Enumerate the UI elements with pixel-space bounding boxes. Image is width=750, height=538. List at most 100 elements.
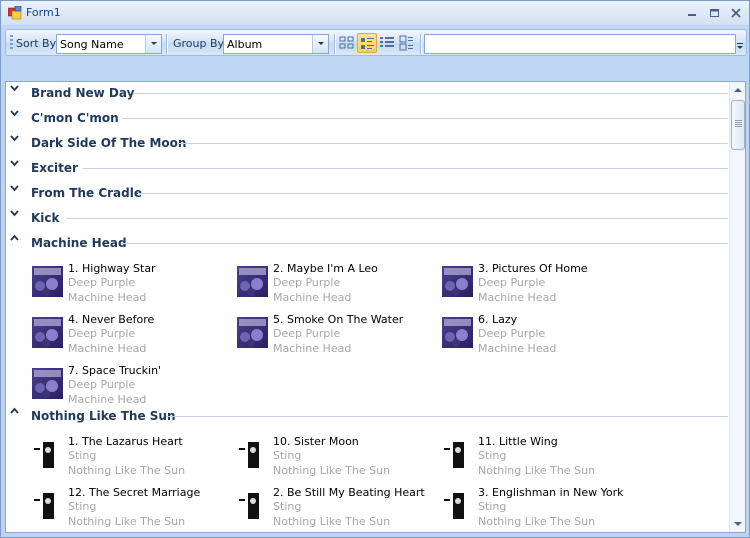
group-by-combo[interactable]: Album: [223, 34, 329, 54]
song-artist: Sting: [68, 500, 97, 513]
album-cover-image: [237, 266, 268, 297]
album-cover-image: [442, 266, 473, 297]
song-item[interactable]: 2. Be Still My Beating Heart Sting Nothi…: [237, 486, 437, 532]
song-album: Machine Head: [478, 342, 557, 355]
group-title: Dark Side Of The Moon: [31, 136, 187, 150]
sort-by-combo[interactable]: Song Name: [56, 34, 162, 54]
group-title: From The Cradle: [31, 186, 142, 200]
toolbar-separator: [420, 34, 421, 54]
song-title: 5. Smoke On The Water: [273, 313, 404, 326]
group-divider: [138, 193, 728, 194]
song-artist: Deep Purple: [68, 276, 136, 289]
view-large-icons-button[interactable]: [337, 33, 357, 53]
album-cover-image: [32, 490, 63, 521]
group-divider: [121, 243, 728, 244]
group-header[interactable]: Brand New Day: [6, 82, 728, 107]
song-artist: Sting: [273, 449, 302, 462]
toolbar-separator: [334, 34, 335, 54]
album-cover-image: [32, 439, 63, 470]
vertical-scrollbar[interactable]: [729, 82, 745, 532]
group-divider: [83, 168, 728, 169]
song-item[interactable]: 3. Englishman in New York Sting Nothing …: [442, 486, 642, 532]
group-by-dropdown-button[interactable]: [312, 35, 328, 53]
group-header[interactable]: Exciter: [6, 157, 728, 182]
sort-by-dropdown-button[interactable]: [145, 35, 161, 53]
song-item[interactable]: 10. Sister Moon Sting Nothing Like The S…: [237, 435, 437, 483]
song-title: 3. Pictures Of Home: [478, 262, 588, 275]
maximize-button[interactable]: [704, 5, 724, 21]
song-item[interactable]: 1. Highway Star Deep Purple Machine Head: [32, 262, 232, 310]
song-album: Nothing Like The Sun: [273, 464, 391, 477]
song-album: Nothing Like The Sun: [478, 515, 596, 528]
song-album: Nothing Like The Sun: [273, 515, 391, 528]
album-cover-image: [442, 490, 473, 521]
group-header[interactable]: From The Cradle: [6, 182, 728, 207]
toolbar-overflow-button[interactable]: [736, 33, 744, 53]
scroll-down-button[interactable]: [730, 515, 745, 532]
song-artist: Deep Purple: [478, 327, 546, 340]
view-list-button[interactable]: [397, 33, 417, 53]
group-by-label: Group By:: [173, 37, 227, 50]
close-button[interactable]: [726, 5, 746, 21]
sort-by-label: Sort By:: [16, 37, 60, 50]
group-header[interactable]: Nothing Like The Sun: [6, 405, 728, 430]
toolbar-panel: Sort By: Song Name Group By: Album: [1, 25, 749, 81]
chevron-down-icon: [10, 160, 19, 167]
song-item[interactable]: 2. Maybe I'm A Leo Deep Purple Machine H…: [237, 262, 437, 310]
group-title: Nothing Like The Sun: [31, 409, 176, 423]
song-artist: Deep Purple: [478, 276, 546, 289]
song-title: 12. The Secret Marriage: [68, 486, 201, 499]
group-title: Machine Head: [31, 236, 127, 250]
song-title: 10. Sister Moon: [273, 435, 359, 448]
scroll-up-button[interactable]: [730, 82, 745, 99]
song-item[interactable]: 12. The Secret Marriage Sting Nothing Li…: [32, 486, 232, 532]
toolbar-grip[interactable]: [10, 35, 13, 50]
filter-input[interactable]: [424, 34, 736, 54]
song-artist: Deep Purple: [68, 327, 136, 340]
minimize-icon: [688, 14, 696, 16]
song-list-view[interactable]: Brand New Day C'mon C'mon Dark Side Of T…: [5, 81, 746, 533]
song-artist: Deep Purple: [273, 327, 341, 340]
window-title: Form1: [26, 6, 61, 19]
song-title: 4. Never Before: [68, 313, 155, 326]
song-item[interactable]: 1. The Lazarus Heart Sting Nothing Like …: [32, 435, 232, 483]
chevron-up-icon: [10, 234, 19, 241]
album-cover-image: [32, 266, 63, 297]
song-album: Nothing Like The Sun: [478, 464, 596, 477]
minimize-button[interactable]: [682, 5, 702, 21]
song-item[interactable]: 4. Never Before Deep Purple Machine Head: [32, 313, 232, 361]
chevron-down-icon: [10, 85, 19, 92]
song-title: 6. Lazy: [478, 313, 518, 326]
view-list-icon: [399, 35, 413, 51]
view-details-button[interactable]: [377, 33, 397, 53]
group-divider: [66, 218, 728, 219]
album-cover-image: [442, 317, 473, 348]
song-artist: Sting: [68, 449, 97, 462]
group-title: Brand New Day: [31, 86, 135, 100]
song-item[interactable]: 6. Lazy Deep Purple Machine Head: [442, 313, 642, 361]
scrollbar-thumb[interactable]: [731, 100, 745, 150]
song-artist: Sting: [478, 500, 507, 513]
app-window: Form1 Sort By: Song Name Group By: Album: [0, 0, 750, 538]
toolbar-overflow-icon: [737, 43, 743, 49]
song-title: 2. Maybe I'm A Leo: [273, 262, 378, 275]
song-album: Machine Head: [273, 342, 352, 355]
song-artist: Sting: [273, 500, 302, 513]
song-album: Machine Head: [68, 291, 147, 304]
view-tiles-icon: [361, 38, 374, 49]
album-cover-image: [32, 368, 63, 399]
toolbar-separator: [166, 34, 167, 54]
song-artist: Sting: [478, 449, 507, 462]
group-header[interactable]: Kick: [6, 207, 728, 232]
group-by-value: Album: [227, 38, 263, 51]
group-header[interactable]: Dark Side Of The Moon: [6, 132, 728, 157]
view-tiles-button[interactable]: [357, 33, 377, 53]
song-item[interactable]: 3. Pictures Of Home Deep Purple Machine …: [442, 262, 642, 310]
group-header[interactable]: Machine Head: [6, 232, 728, 257]
song-item[interactable]: 5. Smoke On The Water Deep Purple Machin…: [237, 313, 437, 361]
album-cover-image: [237, 317, 268, 348]
scrollbar-grip: [735, 120, 742, 127]
song-item[interactable]: 11. Little Wing Sting Nothing Like The S…: [442, 435, 642, 483]
group-header[interactable]: C'mon C'mon: [6, 107, 728, 132]
album-cover-image: [32, 317, 63, 348]
